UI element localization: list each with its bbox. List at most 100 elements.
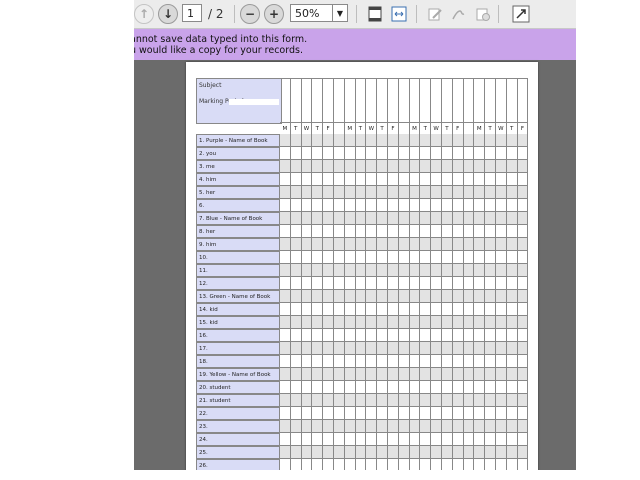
chart-cell[interactable] xyxy=(356,420,367,433)
chart-cell[interactable] xyxy=(388,433,399,446)
chart-cell[interactable] xyxy=(312,225,324,238)
chart-cell[interactable] xyxy=(280,381,291,394)
chart-cell[interactable] xyxy=(485,290,496,303)
chart-cell[interactable] xyxy=(485,368,496,381)
chart-cell[interactable] xyxy=(334,238,345,251)
chart-cell[interactable] xyxy=(291,277,302,290)
chart-cell[interactable] xyxy=(388,277,399,290)
chart-cell[interactable] xyxy=(388,134,399,147)
row-label[interactable]: 7. Blue - Name of Book xyxy=(196,212,280,225)
chart-cell[interactable] xyxy=(507,277,518,290)
row-label[interactable]: 26. xyxy=(196,459,280,470)
chart-cell[interactable] xyxy=(410,147,421,160)
chart-cell[interactable] xyxy=(366,173,378,186)
chart-cell[interactable] xyxy=(302,264,313,277)
chart-cell[interactable] xyxy=(485,342,496,355)
chart-cell[interactable] xyxy=(388,355,399,368)
chart-cell[interactable] xyxy=(420,433,432,446)
chart-cell[interactable] xyxy=(291,290,302,303)
chart-cell[interactable] xyxy=(388,147,399,160)
chart-cell[interactable] xyxy=(323,407,334,420)
chart-cell[interactable] xyxy=(388,212,399,225)
chart-cell[interactable] xyxy=(518,290,529,303)
fit-width-button[interactable] xyxy=(390,5,408,23)
chart-cell[interactable] xyxy=(334,342,345,355)
row-label[interactable]: 23. xyxy=(196,420,280,433)
chart-cell[interactable] xyxy=(345,446,356,459)
chart-cell[interactable] xyxy=(507,225,518,238)
chart-cell[interactable] xyxy=(345,420,356,433)
chart-cell[interactable] xyxy=(442,433,453,446)
chart-cell[interactable] xyxy=(453,290,464,303)
chart-cell[interactable] xyxy=(323,134,334,147)
chart-cell[interactable] xyxy=(356,329,367,342)
chart-cell[interactable] xyxy=(334,290,345,303)
chart-cell[interactable] xyxy=(431,381,442,394)
chart-cell[interactable] xyxy=(507,290,518,303)
chart-cell[interactable] xyxy=(291,264,302,277)
chart-cell[interactable] xyxy=(399,433,410,446)
chart-cell[interactable] xyxy=(507,173,518,186)
chart-cell[interactable] xyxy=(399,225,410,238)
chart-cell[interactable] xyxy=(366,238,378,251)
chart-cell[interactable] xyxy=(291,420,302,433)
chart-cell[interactable] xyxy=(507,394,518,407)
chart-cell[interactable] xyxy=(291,355,302,368)
chart-cell[interactable] xyxy=(442,329,453,342)
chart-cell[interactable] xyxy=(464,264,475,277)
chart-cell[interactable] xyxy=(410,394,421,407)
chart-cell[interactable] xyxy=(366,160,378,173)
chart-cell[interactable] xyxy=(345,238,356,251)
chart-cell[interactable] xyxy=(334,186,345,199)
chart-cell[interactable] xyxy=(334,173,345,186)
chart-cell[interactable] xyxy=(431,355,442,368)
chart-cell[interactable] xyxy=(420,277,432,290)
chart-cell[interactable] xyxy=(377,186,388,199)
chart-cell[interactable] xyxy=(485,212,496,225)
zoom-out-button[interactable]: − xyxy=(240,4,260,24)
chart-cell[interactable] xyxy=(431,147,442,160)
chart-cell[interactable] xyxy=(420,342,432,355)
chart-cell[interactable] xyxy=(366,147,378,160)
chart-cell[interactable] xyxy=(485,303,496,316)
chart-cell[interactable] xyxy=(312,394,324,407)
chart-cell[interactable] xyxy=(485,420,496,433)
chart-cell[interactable] xyxy=(280,446,291,459)
row-label[interactable]: 18. xyxy=(196,355,280,368)
chart-cell[interactable] xyxy=(388,446,399,459)
chart-cell[interactable] xyxy=(366,394,378,407)
chart-cell[interactable] xyxy=(334,407,345,420)
chart-cell[interactable] xyxy=(453,251,464,264)
chart-cell[interactable] xyxy=(496,238,507,251)
chart-cell[interactable] xyxy=(420,290,432,303)
chart-cell[interactable] xyxy=(496,394,507,407)
chart-cell[interactable] xyxy=(399,264,410,277)
chart-cell[interactable] xyxy=(345,459,356,470)
chart-cell[interactable] xyxy=(442,147,453,160)
chart-cell[interactable] xyxy=(377,355,388,368)
chart-cell[interactable] xyxy=(496,225,507,238)
chart-cell[interactable] xyxy=(312,303,324,316)
chart-cell[interactable] xyxy=(280,459,291,470)
chart-cell[interactable] xyxy=(453,212,464,225)
chart-cell[interactable] xyxy=(377,199,388,212)
chart-cell[interactable] xyxy=(356,459,367,470)
chart-cell[interactable] xyxy=(302,420,313,433)
chart-cell[interactable] xyxy=(312,329,324,342)
chart-cell[interactable] xyxy=(420,329,432,342)
chart-cell[interactable] xyxy=(410,212,421,225)
chart-cell[interactable] xyxy=(453,381,464,394)
chart-cell[interactable] xyxy=(496,212,507,225)
chart-cell[interactable] xyxy=(474,251,486,264)
chart-cell[interactable] xyxy=(291,316,302,329)
chart-cell[interactable] xyxy=(388,251,399,264)
marking-period-field[interactable] xyxy=(229,99,279,105)
chart-cell[interactable] xyxy=(377,251,388,264)
chart-cell[interactable] xyxy=(507,160,518,173)
row-label[interactable]: 8. her xyxy=(196,225,280,238)
chart-cell[interactable] xyxy=(431,225,442,238)
chart-cell[interactable] xyxy=(399,355,410,368)
chart-cell[interactable] xyxy=(496,433,507,446)
chart-cell[interactable] xyxy=(518,420,529,433)
chart-cell[interactable] xyxy=(453,420,464,433)
